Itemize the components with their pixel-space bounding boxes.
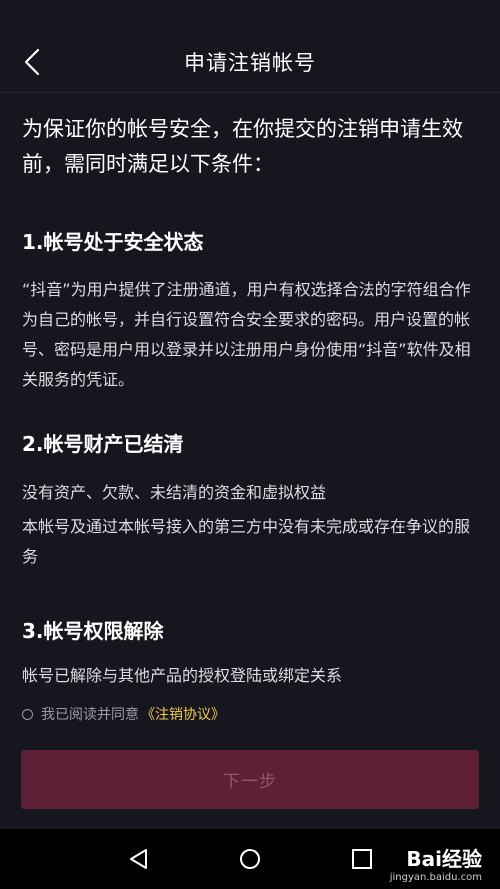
section-1-paragraph: “抖音”为用户提供了注册通道，用户有权选择合法的字符组合作为自己的帐号，并自行设… — [22, 280, 471, 389]
header-bar: 申请注销帐号 — [0, 0, 500, 93]
agreement-link[interactable]: 《注销协议》 — [141, 704, 225, 724]
section-3-paragraph: 帐号已解除与其他产品的授权登陆或绑定关系 — [22, 666, 343, 685]
intro-text: 为保证你的帐号安全，在你提交的注销申请生效前，需同时满足以下条件： — [22, 117, 463, 176]
page-title: 申请注销帐号 — [184, 51, 316, 75]
section-title-1: 1.帐号处于安全状态 — [22, 230, 204, 254]
nav-back-icon[interactable] — [127, 847, 151, 871]
agreement-row[interactable]: 我已阅读并同意 《注销协议》 — [22, 704, 225, 724]
main-content: 为保证你的帐号安全，在你提交的注销申请生效前，需同时满足以下条件： 1.帐号处于… — [22, 112, 482, 685]
watermark-sub: jingyan.baidu.com — [389, 872, 482, 883]
section-2-paragraph-1: 没有资产、欠款、未结清的资金和虚拟权益 — [22, 483, 327, 502]
agreement-text: 我已阅读并同意 — [41, 707, 139, 723]
section-title-3: 3.帐号权限解除 — [22, 619, 164, 643]
section-title-2: 2.帐号财产已结清 — [22, 432, 184, 456]
baidu-watermark: Bai经验 jingyan.baidu.com — [390, 843, 482, 883]
next-button[interactable]: 下一步 — [21, 750, 479, 809]
nav-home-icon[interactable] — [238, 847, 262, 871]
watermark-main: Bai经验 — [406, 847, 482, 871]
system-nav-bar: Bai经验 jingyan.baidu.com — [0, 829, 500, 889]
section-2-paragraph-2: 本帐号及通过本帐号接入的第三方中没有未完成或存在争议的服务 — [22, 517, 471, 566]
agreement-checkbox[interactable] — [22, 708, 33, 720]
nav-recent-apps-icon[interactable] — [350, 847, 374, 871]
